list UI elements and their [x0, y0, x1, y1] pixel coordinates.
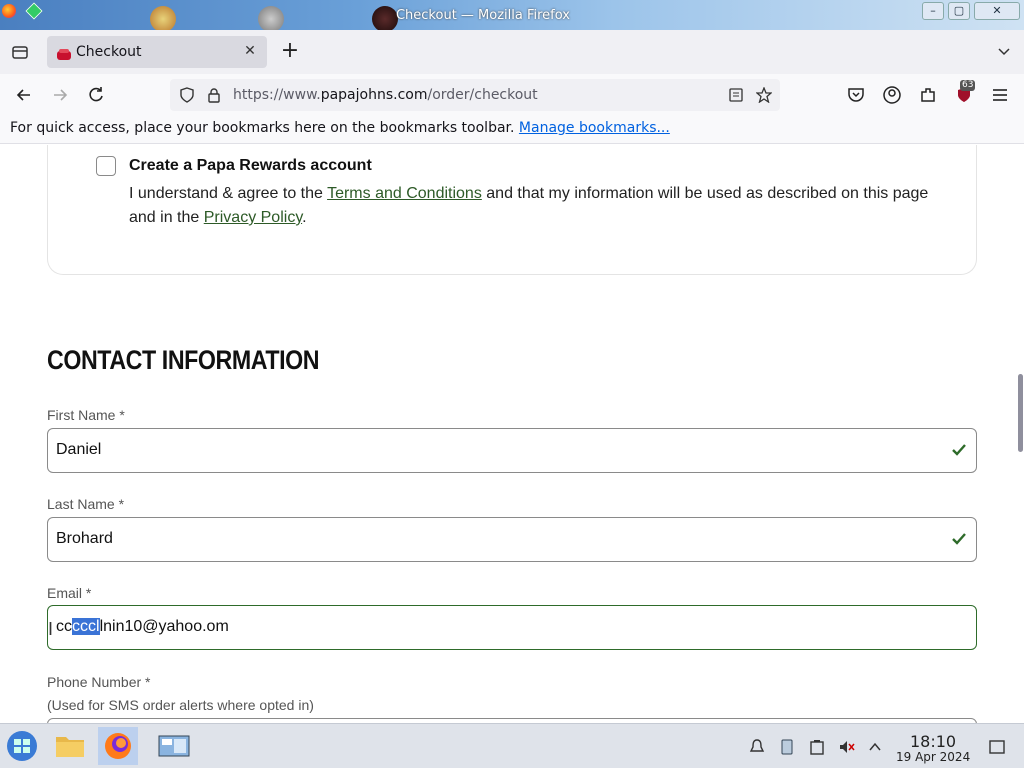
- last-name-field[interactable]: Brohard: [47, 517, 977, 562]
- email-field[interactable]: I cccccllnin10@yahoo.om: [47, 605, 977, 650]
- clipboard-icon[interactable]: [778, 738, 796, 756]
- email-value: cccccllnin10@yahoo.om: [56, 618, 229, 635]
- system-settings-icon[interactable]: [154, 727, 194, 765]
- navigation-toolbar: https://www.papajohns.com/order/checkout…: [0, 74, 1024, 116]
- rewards-terms-text: I understand & agree to the Terms and Co…: [129, 182, 929, 230]
- tab-close-icon[interactable]: ✕: [241, 42, 259, 60]
- contact-information-heading: CONTACT INFORMATION: [47, 345, 320, 375]
- tab-bar: Checkout ✕ +: [0, 30, 1024, 74]
- page-content: Create a Papa Rewards account I understa…: [0, 145, 1016, 723]
- new-tab-button[interactable]: +: [280, 40, 300, 62]
- bookmark-star-icon[interactable]: [755, 86, 773, 104]
- volume-muted-icon[interactable]: [838, 738, 856, 756]
- last-name-value: Brohard: [56, 530, 113, 547]
- text-cursor-icon: I: [48, 619, 54, 639]
- reader-view-icon[interactable]: [728, 87, 744, 103]
- checkmark-icon: [950, 441, 968, 459]
- show-desktop-icon[interactable]: [988, 738, 1006, 756]
- tab-checkout[interactable]: Checkout ✕: [47, 36, 267, 68]
- bookmarks-toolbar: For quick access, place your bookmarks h…: [0, 116, 1024, 144]
- firefox-taskbar-icon[interactable]: [98, 727, 138, 765]
- hamburger-menu-icon[interactable]: [990, 85, 1010, 105]
- chevron-up-icon[interactable]: [866, 738, 884, 756]
- checkmark-icon: [950, 530, 968, 548]
- phone-label: Phone Number *: [47, 674, 151, 690]
- chevron-down-icon[interactable]: [996, 44, 1012, 60]
- first-name-value: Daniel: [56, 441, 102, 458]
- reload-icon[interactable]: [86, 85, 106, 105]
- start-menu-icon[interactable]: [2, 727, 42, 765]
- papajohns-favicon-icon: [57, 46, 71, 60]
- rewards-title: Create a Papa Rewards account: [129, 157, 372, 174]
- terms-text-start: I understand & agree to the: [129, 185, 323, 202]
- bookmarks-message: For quick access, place your bookmarks h…: [10, 120, 515, 136]
- extension-badge: 63: [960, 80, 976, 91]
- shield-icon[interactable]: [179, 87, 195, 103]
- battery-icon[interactable]: [808, 738, 826, 756]
- clock-date[interactable]: 19 Apr 2024: [896, 750, 970, 764]
- minimize-button[interactable]: –: [922, 2, 944, 20]
- email-label: Email *: [47, 585, 92, 601]
- window-title-bar: Checkout — Mozilla Firefox – ▢ ✕: [0, 0, 1024, 30]
- email-selection: cccl: [72, 618, 100, 635]
- taskbar: 18:10 19 Apr 2024: [0, 723, 1024, 768]
- clock-time[interactable]: 18:10: [910, 732, 956, 751]
- first-name-field[interactable]: Daniel: [47, 428, 977, 473]
- url-text: https://www.papajohns.com/order/checkout: [233, 87, 538, 103]
- lock-icon[interactable]: [206, 87, 222, 103]
- extensions-icon[interactable]: [918, 85, 938, 105]
- forward-icon[interactable]: [50, 85, 70, 105]
- last-name-label: Last Name *: [47, 496, 125, 512]
- tab-title: Checkout: [76, 44, 142, 60]
- rewards-card: Create a Papa Rewards account I understa…: [47, 145, 977, 275]
- privacy-policy-link[interactable]: Privacy Policy: [204, 209, 302, 226]
- notifications-icon[interactable]: [748, 738, 766, 756]
- phone-sublabel: (Used for SMS order alerts where opted i…: [47, 697, 314, 713]
- account-icon[interactable]: [882, 85, 902, 105]
- tab-list-icon[interactable]: [10, 42, 30, 62]
- rewards-checkbox[interactable]: [96, 156, 116, 176]
- window-title: Checkout — Mozilla Firefox: [395, 8, 571, 23]
- manage-bookmarks-link[interactable]: Manage bookmarks...: [519, 120, 670, 136]
- url-bar[interactable]: https://www.papajohns.com/order/checkout: [170, 79, 780, 111]
- restore-button[interactable]: ▢: [948, 2, 970, 20]
- scrollbar-thumb[interactable]: [1018, 374, 1023, 452]
- pocket-icon[interactable]: [846, 85, 866, 105]
- terms-link[interactable]: Terms and Conditions: [327, 185, 482, 202]
- first-name-label: First Name *: [47, 407, 125, 423]
- back-icon[interactable]: [14, 85, 34, 105]
- terms-text-end: .: [302, 209, 307, 226]
- file-manager-icon[interactable]: [50, 727, 90, 765]
- close-window-button[interactable]: ✕: [974, 2, 1020, 20]
